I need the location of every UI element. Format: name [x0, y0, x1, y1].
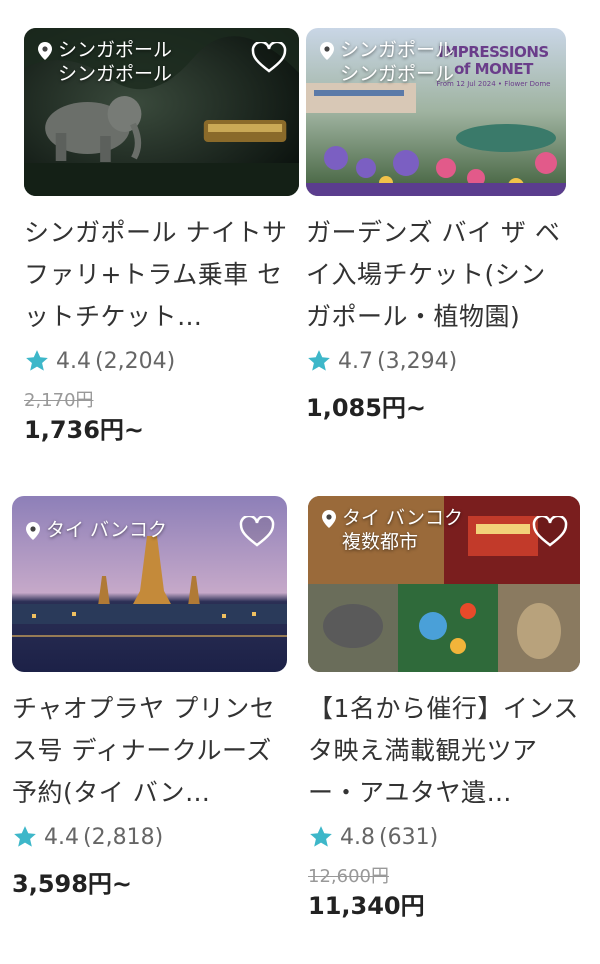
original-price: 12,600円 [308, 866, 389, 887]
review-count: (2,204) [95, 348, 176, 374]
product-title[interactable]: ガーデンズ バイ ザ ベイ入場チケット(シンガポール・植物園) [306, 212, 566, 338]
product-card[interactable]: シンガポール シンガポール シンガポール ナイトサファリ+トラム乗車 セットチケ… [24, 28, 299, 445]
product-image[interactable]: IMPRESSIONS of MONET From 12 Jul 2024 • … [306, 28, 566, 196]
rating-row: 4.4 (2,204) [24, 344, 299, 378]
location-line: 複数都市 [342, 531, 419, 553]
favorite-heart-icon[interactable] [239, 516, 275, 548]
product-image[interactable]: シンガポール シンガポール [24, 28, 299, 196]
star-icon [308, 350, 330, 371]
location-line: シンガポール [340, 63, 455, 85]
product-image[interactable]: タイ バンコク 複数都市 [308, 496, 580, 672]
location-pin-icon [26, 522, 40, 540]
review-count: (2,818) [83, 824, 164, 850]
location-line: シンガポール [58, 39, 173, 61]
location-line: シンガポール [340, 39, 455, 61]
star-icon [310, 826, 332, 847]
star-icon [26, 350, 48, 371]
product-card[interactable]: タイ バンコク 複数都市 【1名から催行】インスタ映え満載観光ツアー・アユタヤ遺… [308, 496, 580, 921]
review-count: (631) [379, 824, 439, 850]
product-card[interactable]: タイ バンコク チャオプラヤ プリンセス号 ディナークルーズ予約(タイ バン… … [12, 496, 287, 899]
rating-value: 4.8 [340, 824, 375, 850]
product-title[interactable]: チャオプラヤ プリンセス号 ディナークルーズ予約(タイ バン… [12, 688, 287, 814]
rating-value: 4.4 [44, 824, 79, 850]
sale-price: 1,085円~ [306, 394, 427, 422]
sale-price: 11,340円 [308, 892, 425, 920]
sale-price: 3,598円~ [12, 870, 133, 898]
location-pin-icon [38, 42, 52, 60]
rating-row: 4.7 (3,294) [306, 344, 566, 378]
location-line: シンガポール [58, 63, 173, 85]
product-image[interactable]: タイ バンコク [12, 496, 287, 672]
rating-row: 4.4 (2,818) [12, 820, 287, 854]
review-count: (3,294) [377, 348, 458, 374]
rating-value: 4.4 [56, 348, 91, 374]
rating-value: 4.7 [338, 348, 373, 374]
location-pin-icon [322, 510, 336, 528]
location-pin-icon [320, 42, 334, 60]
location-label: タイ バンコク [26, 518, 167, 542]
location-label: シンガポール シンガポール [38, 38, 172, 86]
location-line: タイ バンコク [342, 507, 463, 529]
product-title[interactable]: 【1名から催行】インスタ映え満載観光ツアー・アユタヤ遺… [308, 688, 580, 814]
rating-row: 4.8 (631) [308, 820, 580, 854]
location-label: タイ バンコク 複数都市 [322, 506, 463, 554]
star-icon [14, 826, 36, 847]
favorite-heart-icon[interactable] [251, 42, 287, 74]
product-title[interactable]: シンガポール ナイトサファリ+トラム乗車 セットチケット… [24, 212, 299, 338]
original-price: 2,170円 [24, 390, 94, 411]
product-card[interactable]: IMPRESSIONS of MONET From 12 Jul 2024 • … [306, 28, 566, 423]
sale-price: 1,736円~ [24, 416, 145, 444]
favorite-heart-icon[interactable] [532, 516, 568, 548]
location-label: シンガポール シンガポール [320, 38, 454, 86]
location-line: タイ バンコク [46, 519, 167, 541]
